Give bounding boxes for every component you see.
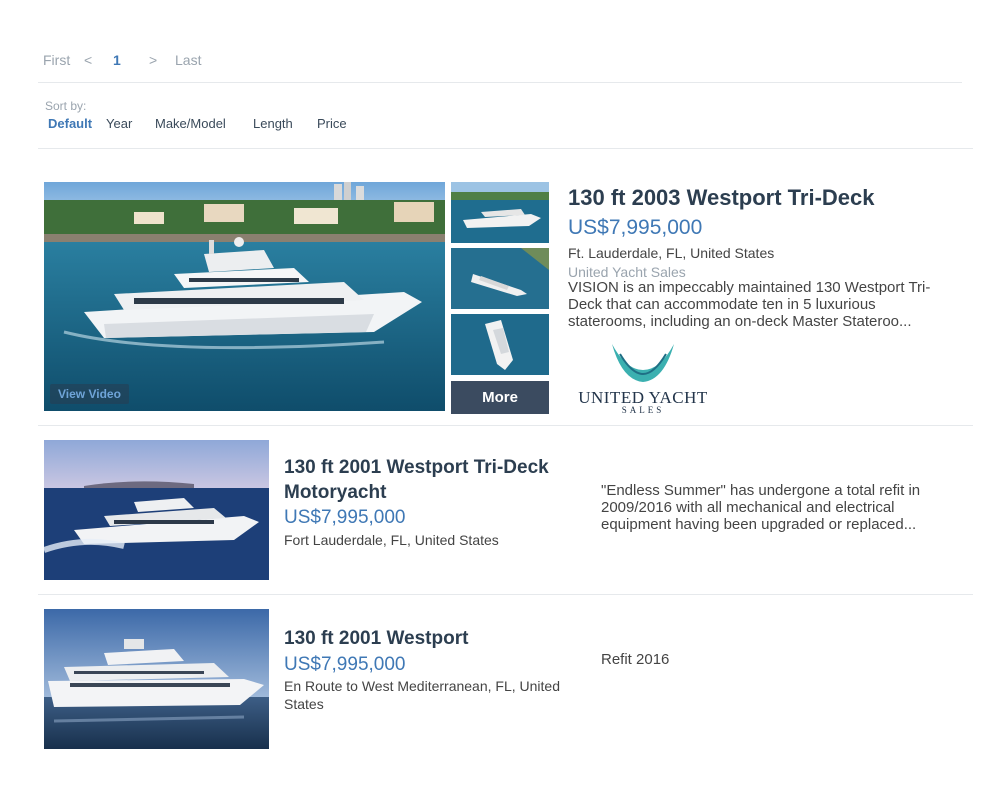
- pagination: First < 1 > Last: [43, 52, 201, 68]
- divider: [38, 425, 973, 426]
- listing-description: "Endless Summer" has undergone a total r…: [601, 482, 921, 533]
- sort-make-model[interactable]: Make/Model: [155, 116, 253, 131]
- view-video-button[interactable]: View Video: [50, 384, 129, 404]
- featured-location: Ft. Lauderdale, FL, United States: [568, 245, 775, 261]
- listing-photo[interactable]: [44, 440, 269, 580]
- featured-title[interactable]: 130 ft 2003 Westport Tri-Deck: [568, 185, 875, 211]
- divider: [38, 594, 973, 595]
- sort-year[interactable]: Year: [106, 116, 155, 131]
- sort-options: Default Year Make/Model Length Price: [48, 116, 347, 131]
- listing-title[interactable]: 130 ft 2001 Westport Tri-Deck Motoryacht: [284, 455, 584, 505]
- featured-thumbnail[interactable]: [451, 182, 549, 243]
- more-photos-button[interactable]: More: [451, 381, 549, 414]
- featured-thumbnail[interactable]: [451, 248, 549, 309]
- featured-thumbnail[interactable]: [451, 314, 549, 375]
- sort-label: Sort by:: [45, 99, 87, 113]
- featured-price: US$7,995,000: [568, 216, 703, 239]
- broker-logo-sub: SALES: [621, 405, 665, 415]
- listing-location: En Route to West Mediterranean, FL, Unit…: [284, 678, 560, 712]
- listing-price: US$7,995,000: [284, 654, 406, 675]
- sort-price[interactable]: Price: [317, 116, 347, 131]
- featured-main-photo[interactable]: [44, 182, 445, 411]
- listing-description: Refit 2016: [601, 651, 670, 668]
- pager-prev-link[interactable]: <: [84, 52, 113, 68]
- divider: [38, 82, 962, 83]
- listing-location: Fort Lauderdale, FL, United States: [284, 532, 499, 548]
- listing-photo[interactable]: [44, 609, 269, 749]
- listing-price: US$7,995,000: [284, 507, 406, 528]
- listing-title[interactable]: 130 ft 2001 Westport: [284, 626, 584, 651]
- pager-first-link[interactable]: First: [43, 52, 84, 68]
- featured-description: VISION is an impeccably maintained 130 W…: [568, 279, 931, 330]
- sort-length[interactable]: Length: [253, 116, 317, 131]
- broker-logo[interactable]: UNITED YACHT SALES: [568, 340, 718, 416]
- sort-default[interactable]: Default: [48, 116, 106, 131]
- pager-last-link[interactable]: Last: [175, 52, 201, 68]
- featured-broker: United Yacht Sales: [568, 264, 686, 280]
- pager-current-page[interactable]: 1: [113, 52, 149, 68]
- pager-next-link[interactable]: >: [149, 52, 175, 68]
- divider: [38, 148, 973, 149]
- broker-logo-wave-icon: [612, 344, 674, 382]
